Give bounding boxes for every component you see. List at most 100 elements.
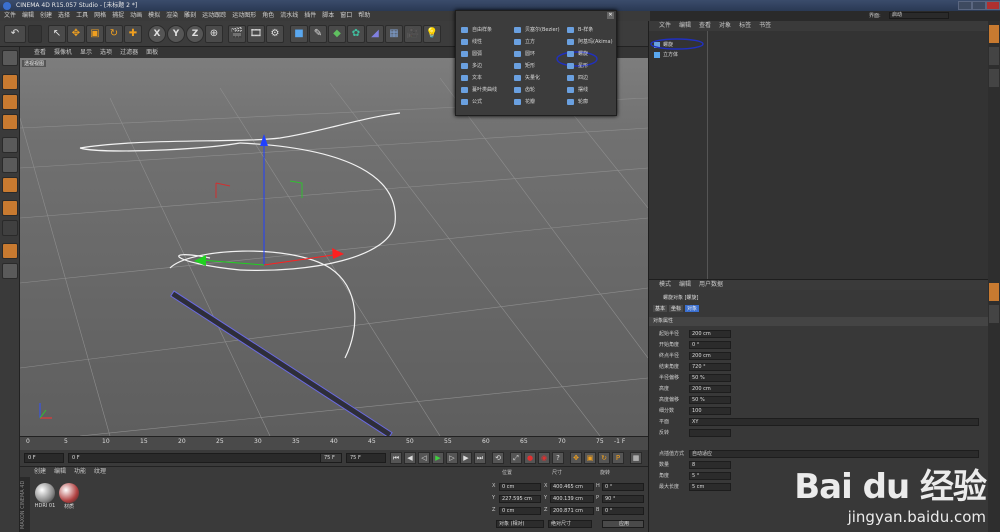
object-manager-menu-item[interactable]: 编辑 bbox=[679, 21, 691, 31]
timeline-ruler[interactable]: 0 5 10 15 20 25 30 35 40 45 50 55 60 65 70 75 -1 F bbox=[20, 436, 648, 450]
key-rotation-icon[interactable]: ↻ bbox=[598, 452, 610, 464]
polygons-mode-icon[interactable] bbox=[2, 177, 18, 193]
close-palette-icon[interactable]: ✕ bbox=[607, 12, 614, 19]
attribute-tab[interactable]: 对象 bbox=[685, 305, 700, 312]
next-frame-icon[interactable]: ▷ bbox=[446, 452, 458, 464]
goto-end-icon[interactable]: ⏭ bbox=[474, 452, 486, 464]
coord-mode-select[interactable]: 对象 (相对) bbox=[496, 520, 544, 528]
live-selection-icon[interactable]: ↖ bbox=[48, 25, 66, 43]
prev-frame-icon[interactable]: ◁ bbox=[418, 452, 430, 464]
position-field[interactable]: 0 cm bbox=[499, 483, 541, 491]
attribute-menu-item[interactable]: 用户数据 bbox=[699, 280, 723, 290]
attribute-menu-item[interactable]: 模式 bbox=[659, 280, 671, 290]
key-position-icon[interactable]: ✥ bbox=[570, 452, 582, 464]
menu-item[interactable]: 渲染 bbox=[166, 11, 178, 21]
minimize-button[interactable] bbox=[958, 1, 972, 10]
spline-type-button[interactable]: 蔓叶类曲线 bbox=[459, 85, 511, 95]
spline-type-button[interactable]: 线性 bbox=[459, 37, 511, 47]
tweak-mode-icon[interactable] bbox=[2, 220, 18, 236]
cube-primitive-icon[interactable]: ■ bbox=[290, 25, 308, 43]
attribute-menu-item[interactable]: 编辑 bbox=[679, 280, 691, 290]
attributes-tab-icon[interactable] bbox=[989, 283, 999, 301]
prev-key-icon[interactable]: ◀ bbox=[404, 452, 416, 464]
menu-item[interactable]: 角色 bbox=[262, 11, 274, 21]
workplane-mode-icon[interactable] bbox=[2, 114, 18, 130]
spline-type-button[interactable]: 摆线 bbox=[565, 85, 617, 95]
spline-type-button[interactable]: 贝塞尔(Bezier) bbox=[512, 25, 564, 35]
object-row[interactable]: 立方体 bbox=[653, 51, 701, 59]
viewport-menu-item[interactable]: 显示 bbox=[80, 47, 92, 58]
menu-item[interactable]: 运动跟踪 bbox=[202, 11, 226, 21]
rotation-field[interactable]: 0 ° bbox=[602, 507, 644, 515]
texture-mode-icon[interactable] bbox=[2, 94, 18, 110]
attribute-value-field[interactable]: XY bbox=[689, 418, 979, 426]
undo-button[interactable]: ↶ bbox=[4, 25, 26, 43]
content-browser-tab-icon[interactable] bbox=[989, 47, 999, 65]
attribute-value-field[interactable]: 50 % bbox=[689, 396, 731, 404]
attribute-value-field[interactable]: 5 ° bbox=[689, 472, 731, 480]
start-frame-field[interactable]: 0 F bbox=[24, 453, 64, 463]
object-manager-menu-item[interactable]: 标签 bbox=[739, 21, 751, 31]
structure-tab-icon[interactable] bbox=[989, 69, 999, 87]
x-axis-lock-button[interactable]: X bbox=[148, 25, 166, 43]
spline-type-button[interactable]: 齿轮 bbox=[512, 85, 564, 95]
spline-type-button[interactable]: 矢量化 bbox=[512, 73, 564, 83]
spline-type-button[interactable]: 花瓣 bbox=[512, 97, 564, 107]
attribute-value-field[interactable]: 720 ° bbox=[689, 363, 731, 371]
attribute-value-field[interactable]: 50 % bbox=[689, 374, 731, 382]
attribute-value-field[interactable]: 100 bbox=[689, 407, 731, 415]
spline-type-button[interactable]: 自由样条 bbox=[459, 25, 511, 35]
objects-tab-icon[interactable] bbox=[989, 25, 999, 43]
y-axis-lock-button[interactable]: Y bbox=[167, 25, 185, 43]
layout-select[interactable]: 启动 bbox=[889, 12, 949, 19]
menu-item[interactable]: 创建 bbox=[40, 11, 52, 21]
attribute-value-field[interactable]: 200 cm bbox=[689, 352, 731, 360]
object-manager-menu-item[interactable]: 文件 bbox=[659, 21, 671, 31]
close-window-button[interactable] bbox=[986, 1, 1000, 10]
object-manager-menu-item[interactable]: 书签 bbox=[759, 21, 771, 31]
create-tool-icon[interactable]: ✚ bbox=[124, 25, 142, 43]
spline-type-button[interactable]: 文本 bbox=[459, 73, 511, 83]
menu-item[interactable]: 动画 bbox=[130, 11, 142, 21]
edges-mode-icon[interactable] bbox=[2, 157, 18, 173]
menu-item[interactable]: 编辑 bbox=[22, 11, 34, 21]
size-mode-select[interactable]: 绝对尺寸 bbox=[548, 520, 592, 528]
spline-type-button[interactable]: 星形 bbox=[565, 61, 617, 71]
attribute-value-field[interactable]: 0 ° bbox=[689, 341, 731, 349]
rotate-tool-icon[interactable]: ↻ bbox=[105, 25, 123, 43]
make-editable-icon[interactable] bbox=[2, 50, 18, 66]
spline-type-button[interactable]: 立方 bbox=[512, 37, 564, 47]
object-manager-menu-item[interactable]: 对象 bbox=[719, 21, 731, 31]
next-key-icon[interactable]: ▶ bbox=[460, 452, 472, 464]
record-active-icon[interactable]: ● bbox=[524, 452, 536, 464]
current-frame-slider[interactable]: 0 F bbox=[68, 453, 338, 463]
viewport-menu-item[interactable]: 选项 bbox=[100, 47, 112, 58]
material-menu-item[interactable]: 纹理 bbox=[94, 467, 106, 477]
axis-mode-icon[interactable] bbox=[2, 200, 18, 216]
spline-type-button[interactable]: 圆环 bbox=[512, 49, 564, 59]
menu-item[interactable]: 雕刻 bbox=[184, 11, 196, 21]
menu-item[interactable]: 捕捉 bbox=[112, 11, 124, 21]
material-menu-item[interactable]: 功能 bbox=[74, 467, 86, 477]
viewport-menu-item[interactable]: 过滤器 bbox=[120, 47, 138, 58]
scale-tool-icon[interactable]: ▣ bbox=[86, 25, 104, 43]
end-frame-field[interactable]: 75 F bbox=[346, 453, 386, 463]
viewport-menu-item[interactable]: 查看 bbox=[34, 47, 46, 58]
attribute-tab[interactable]: 基本 bbox=[653, 305, 668, 312]
menu-item[interactable]: 流水线 bbox=[280, 11, 298, 21]
layers-tab-icon[interactable] bbox=[989, 305, 999, 323]
snap-icon[interactable] bbox=[2, 243, 18, 259]
light-icon[interactable]: 💡 bbox=[423, 25, 441, 43]
spline-type-button[interactable]: 螺旋 bbox=[565, 49, 617, 59]
interpolation-select[interactable]: 自动适应 bbox=[689, 450, 979, 458]
apply-button[interactable]: 应用 bbox=[602, 520, 644, 528]
spline-type-button[interactable]: 多边 bbox=[459, 61, 511, 71]
workplane-icon[interactable] bbox=[2, 263, 18, 279]
material-menu-item[interactable]: 创建 bbox=[34, 467, 46, 477]
key-scale-icon[interactable]: ▣ bbox=[584, 452, 596, 464]
object-manager-menu-item[interactable]: 查看 bbox=[699, 21, 711, 31]
menu-item[interactable]: 运动图形 bbox=[232, 11, 256, 21]
menu-item[interactable]: 网格 bbox=[94, 11, 106, 21]
spline-type-button[interactable]: 公式 bbox=[459, 97, 511, 107]
viewport-menu-item[interactable]: 摄像机 bbox=[54, 47, 72, 58]
